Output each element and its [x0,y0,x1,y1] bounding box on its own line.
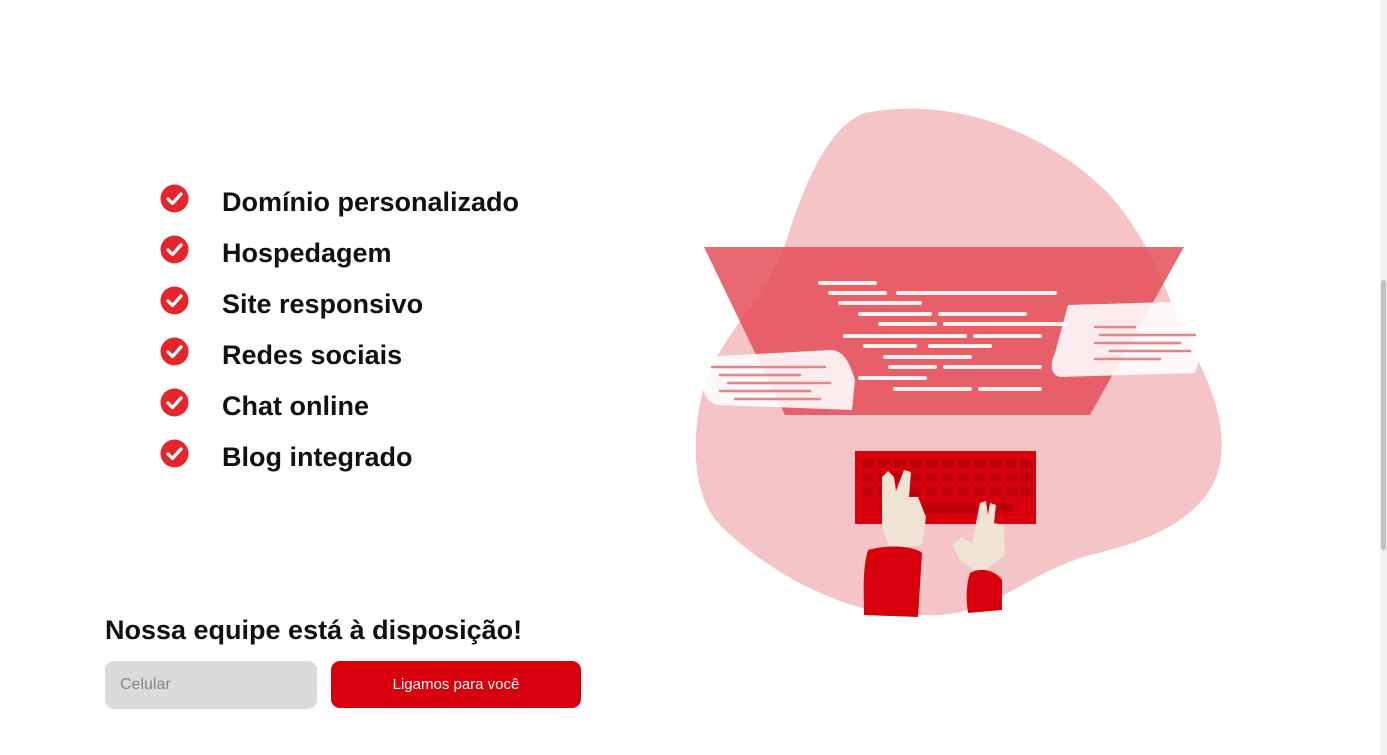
check-circle-icon [160,286,189,315]
cta-title: Nossa equipe está à disposição! [105,615,523,645]
check-circle-icon [160,337,189,366]
check-circle-icon [160,388,189,417]
call-me-button[interactable]: Ligamos para você [331,661,581,708]
right-code-card [1051,301,1213,377]
feature-label: Redes sociais [222,340,403,370]
left-code-card [702,350,855,410]
scrollbar-thumb[interactable] [1381,280,1386,550]
feature-label: Site responsivo [222,289,424,319]
check-circle-icon [160,235,189,264]
developer-coding-illustration [695,108,1222,617]
feature-label: Domínio personalizado [222,187,520,217]
feature-label: Hospedagem [222,238,392,268]
check-circle-icon [160,439,189,468]
feature-label: Blog integrado [222,442,413,472]
feature-label: Chat online [222,391,369,421]
check-circle-icon [160,184,189,213]
phone-input[interactable] [105,661,317,709]
page-scrollbar[interactable] [1380,0,1387,755]
